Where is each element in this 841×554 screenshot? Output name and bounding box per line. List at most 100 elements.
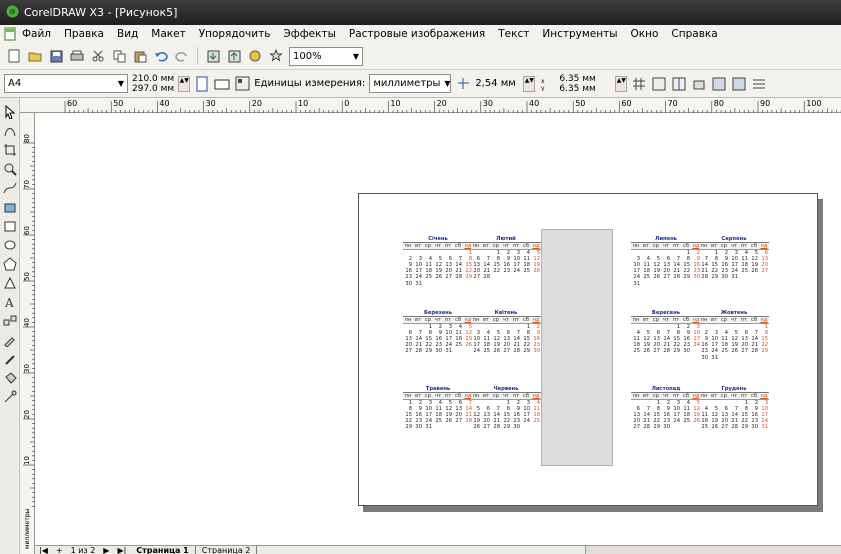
shape-tool-icon[interactable] — [1, 122, 18, 139]
menu-view[interactable]: Вид — [117, 28, 138, 40]
page-layout-icon[interactable] — [234, 76, 250, 92]
calendar-month: Листопад пн вт ср чт пт сб нд 1 2 3 4 5 6 7 8 9 10 11 12 13 1… — [631, 386, 701, 431]
duplicate-x-value[interactable]: 6.35 мм — [559, 74, 611, 84]
undo-icon[interactable] — [153, 48, 169, 64]
units-combo[interactable]: миллиметры ▼ — [369, 74, 452, 93]
open-icon[interactable] — [27, 48, 43, 64]
weekday-label: ср — [492, 243, 500, 249]
redo-icon[interactable] — [174, 48, 190, 64]
weekday-label: чт — [730, 243, 738, 249]
ellipse-tool-icon[interactable] — [1, 236, 18, 253]
weekday-label: вт — [482, 317, 490, 323]
first-page-icon[interactable]: |◀ — [35, 546, 52, 554]
snap-to-grid-icon[interactable] — [651, 76, 667, 92]
grid-icon[interactable] — [631, 76, 647, 92]
tab-page-2[interactable]: Страница 2 — [196, 546, 258, 554]
landscape-icon[interactable] — [214, 76, 230, 92]
tab-page-1[interactable]: Страница 1 — [130, 546, 196, 554]
dynamic-guides-icon[interactable] — [711, 76, 727, 92]
next-page-icon[interactable]: ▶ — [99, 546, 113, 554]
month-title: Серпень — [699, 236, 769, 243]
outline-tool-icon[interactable] — [1, 350, 18, 367]
weekday-label: сб — [682, 393, 690, 399]
text-tool-icon[interactable]: A — [1, 293, 18, 310]
basic-shapes-tool-icon[interactable] — [1, 274, 18, 291]
menu-layout[interactable]: Макет — [151, 28, 185, 40]
polygon-tool-icon[interactable] — [1, 255, 18, 272]
copy-icon[interactable] — [111, 48, 127, 64]
menu-window[interactable]: Окно — [631, 28, 659, 40]
day-cell — [531, 274, 541, 280]
cut-icon[interactable] — [90, 48, 106, 64]
week-row: 29 30 31 — [403, 424, 473, 430]
weekday-label: сб — [522, 243, 530, 249]
page-width-value[interactable]: 210.0 мм — [132, 74, 174, 84]
nudge-spinner[interactable]: ▲▼ — [523, 75, 536, 92]
paper-size-combo[interactable]: A4 ▼ — [4, 74, 128, 93]
width-spinner[interactable]: ▲▼ — [178, 75, 191, 92]
options-icon[interactable] — [751, 76, 767, 92]
weekday-label: чт — [502, 393, 510, 399]
horizontal-ruler[interactable]: 60 50 40 30 20 10 0 10 20 30 40 50 60 70 80 90 100 — [20, 98, 841, 113]
snap-to-objects-icon[interactable] — [691, 76, 707, 92]
chevron-down-icon: ▼ — [352, 51, 359, 61]
day-cell — [671, 424, 681, 430]
paper-size-value: A4 — [8, 78, 22, 89]
fill-tool-icon[interactable] — [1, 369, 18, 386]
add-page-icon[interactable]: + — [52, 546, 67, 554]
zoom-combo[interactable]: 100% ▼ — [289, 46, 363, 66]
weekday-label: вт — [710, 393, 718, 399]
menu-arrange[interactable]: Упорядочить — [199, 28, 271, 40]
interactive-fill-tool-icon[interactable] — [1, 388, 18, 405]
weekday-label: ср — [720, 243, 728, 249]
drawing-page[interactable]: Січень пн вт ср чт пт сб нд 1 2 3 4 5 6 7 8 9 10 11 12 13 14 1… — [358, 193, 818, 506]
duplicate-y-value[interactable]: 6.35 мм — [559, 84, 611, 94]
corel-online-icon[interactable] — [268, 48, 284, 64]
document-icon[interactable] — [4, 27, 16, 44]
save-icon[interactable] — [48, 48, 64, 64]
interactive-blend-tool-icon[interactable] — [1, 312, 18, 329]
ruler-label: 20 — [437, 99, 447, 108]
menu-help[interactable]: Справка — [671, 28, 717, 40]
treat-as-filled-icon[interactable] — [731, 76, 747, 92]
vertical-ruler[interactable]: 80 70 60 50 40 30 20 10 миллиметры — [20, 113, 35, 554]
pick-tool-icon[interactable] — [1, 103, 18, 120]
weekday-label: чт — [662, 243, 670, 249]
freehand-tool-icon[interactable] — [1, 179, 18, 196]
nudge-value[interactable]: 2,54 мм — [475, 78, 519, 89]
portrait-icon[interactable] — [194, 76, 210, 92]
menu-tools[interactable]: Инструменты — [542, 28, 617, 40]
crop-tool-icon[interactable] — [1, 141, 18, 158]
menu-bitmaps[interactable]: Растровые изображения — [349, 28, 485, 40]
day-cell: 30 — [435, 348, 442, 355]
property-bar: A4 ▼ 210.0 мм 297.0 мм ▲▼ Единицы измере… — [0, 70, 841, 98]
export-icon[interactable] — [226, 48, 242, 64]
menu-edit[interactable]: Правка — [64, 28, 104, 40]
new-document-icon[interactable] — [6, 48, 22, 64]
last-page-icon[interactable]: ▶| — [113, 546, 130, 554]
week-row: 31 — [631, 281, 701, 287]
rectangle-tool-icon[interactable] — [1, 217, 18, 234]
snap-to-guidelines-icon[interactable] — [671, 76, 687, 92]
eyedropper-tool-icon[interactable] — [1, 331, 18, 348]
weekday-label: сб — [522, 317, 530, 323]
menu-effects[interactable]: Эффекты — [283, 28, 336, 40]
ruler-label: 50 — [113, 99, 123, 108]
duplicate-spinner[interactable]: ▲▼ — [615, 75, 628, 92]
day-cell: 28 — [663, 348, 670, 355]
menu-text[interactable]: Текст — [498, 28, 529, 40]
smart-fill-tool-icon[interactable] — [1, 198, 18, 215]
day-cell: 28 — [493, 424, 500, 431]
print-icon[interactable] — [69, 48, 85, 64]
day-cell: 29 — [741, 424, 748, 431]
weekday-label: пт — [444, 243, 452, 249]
day-cell — [511, 274, 521, 280]
application-launcher-icon[interactable] — [247, 48, 263, 64]
paste-icon[interactable] — [132, 48, 148, 64]
calendar-spine[interactable] — [541, 229, 613, 466]
menu-file[interactable]: Файл — [22, 28, 51, 40]
page-height-value[interactable]: 297.0 мм — [132, 84, 174, 94]
zoom-tool-icon[interactable] — [1, 160, 18, 177]
horizontal-scrollbar[interactable] — [585, 546, 841, 554]
import-icon[interactable] — [205, 48, 221, 64]
